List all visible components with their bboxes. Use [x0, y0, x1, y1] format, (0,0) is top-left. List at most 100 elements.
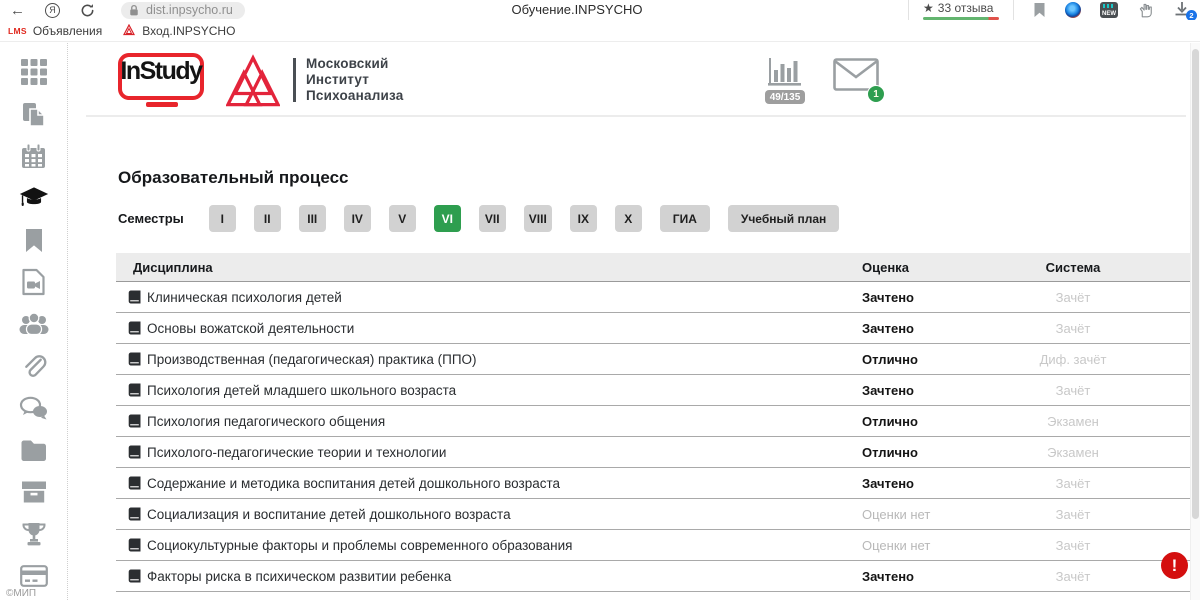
table-row[interactable]: Социализация и воспитание детей дошкольн… [116, 499, 1190, 530]
back-button[interactable]: ← [10, 3, 25, 18]
mail-badge: 1 [867, 85, 885, 103]
bookmark-item-vhod-inpsycho[interactable]: Вход.INPSYCHO [122, 24, 235, 38]
sidebar-item-achievements[interactable] [19, 520, 49, 548]
sidebar-item-files[interactable] [19, 436, 49, 464]
system-value: Зачёт [1006, 383, 1140, 398]
calendar-icon [20, 143, 47, 170]
semester-button[interactable]: VII [479, 205, 506, 232]
semester-button[interactable]: IX [570, 205, 597, 232]
bar-chart-icon [767, 57, 803, 87]
logo-divider [293, 58, 296, 102]
header-divider [86, 115, 1186, 117]
system-value: Зачёт [1006, 569, 1140, 584]
system-value: Зачёт [1006, 507, 1140, 522]
alert-notification-badge[interactable]: ! [1161, 552, 1188, 579]
sidebar-item-video-materials[interactable] [19, 268, 49, 296]
mip-triangle-icon [122, 24, 136, 37]
book-icon [128, 445, 141, 459]
semester-button[interactable]: VI [434, 205, 461, 232]
scrollbar-thumb[interactable] [1192, 49, 1199, 519]
sidebar-item-attachments[interactable] [19, 352, 49, 380]
instudy-logo-stand [146, 102, 178, 107]
system-value: Зачёт [1006, 476, 1140, 491]
semester-button[interactable]: V [389, 205, 416, 232]
grade-value: Оценки нет [846, 538, 1006, 553]
sidebar-item-documents[interactable] [19, 100, 49, 128]
new-badge: NEW [1100, 11, 1118, 17]
sidebar-item-archive[interactable] [19, 478, 49, 506]
semester-button[interactable]: X [615, 205, 642, 232]
bookmark-label: Вход.INPSYCHO [142, 24, 235, 38]
yandex-button[interactable]: Я [45, 3, 60, 18]
grade-value: Зачтено [846, 569, 1006, 584]
semester-button[interactable]: VIII [524, 205, 552, 232]
table-row[interactable]: Факторы риска в психическом развитии реб… [116, 561, 1190, 592]
grade-value: Зачтено [846, 383, 1006, 398]
mip-logo-icon[interactable] [226, 54, 280, 108]
table-row[interactable]: Производственная (педагогическая) практи… [116, 344, 1190, 375]
book-icon [128, 352, 141, 366]
semester-button[interactable]: I [209, 205, 236, 232]
sidebar-item-groups[interactable] [19, 310, 49, 338]
sidebar-item-apps-grid[interactable] [19, 58, 49, 86]
sidebar-item-messages[interactable] [19, 394, 49, 422]
new-extension-icon[interactable]: NEW [1100, 2, 1118, 18]
book-icon [128, 476, 141, 490]
table-row[interactable]: Психология педагогического общения Отлич… [116, 406, 1190, 437]
semester-buttons: IIIIIIIVVVIVIIVIIIIXXГИАУчебный план [209, 205, 839, 232]
table-row[interactable]: Психология детей младшего школьного возр… [116, 375, 1190, 406]
groups-icon [19, 312, 49, 336]
new-extension-dots [1103, 4, 1115, 8]
bookmark-item-announcements[interactable]: LMS Объявления [8, 24, 102, 38]
table-row[interactable]: Содержание и методика воспитания детей д… [116, 468, 1190, 499]
browser-toolbar: ← Я dist.inpsycho.ru Обучение.INPSYCHO ★… [0, 0, 1200, 20]
paperclip-icon [20, 353, 47, 380]
sidebar-item-calendar[interactable] [19, 142, 49, 170]
reviews-widget[interactable]: ★ 33 отзыва [908, 0, 1014, 20]
column-header-system: Система [1006, 260, 1140, 275]
graduation-cap-icon [19, 185, 49, 211]
mail-widget[interactable]: 1 [833, 58, 879, 98]
institute-name: Московский Институт Психоанализа [306, 56, 403, 104]
bookmark-label: Объявления [33, 24, 102, 38]
system-value: Экзамен [1006, 414, 1140, 429]
grade-value: Зачтено [846, 290, 1006, 305]
archive-box-icon [21, 480, 47, 504]
video-document-icon [21, 268, 46, 296]
browser-extension-icon[interactable] [1065, 2, 1081, 18]
refresh-button[interactable] [80, 3, 95, 18]
book-icon [128, 290, 141, 304]
tab-title: Обучение.INPSYCHO [512, 2, 643, 17]
discipline-title: Факторы риска в психическом развитии реб… [147, 569, 451, 584]
book-icon [128, 507, 141, 521]
downloads-button[interactable]: 2 [1174, 1, 1192, 19]
discipline-title: Психология детей младшего школьного возр… [147, 383, 456, 398]
chat-icon [19, 396, 48, 420]
table-row[interactable]: Психолого-педагогические теории и технол… [116, 437, 1190, 468]
discipline-title: Производственная (педагогическая) практи… [147, 352, 477, 367]
table-row[interactable]: Основы вожатской деятельности Зачтено За… [116, 313, 1190, 344]
semester-button[interactable]: III [299, 205, 326, 232]
instudy-logo[interactable]: InStudy [118, 53, 204, 100]
address-bar[interactable]: dist.inpsycho.ru [121, 2, 245, 19]
semester-button[interactable]: Учебный план [728, 205, 839, 232]
sidebar-item-payments[interactable] [19, 562, 49, 590]
discipline-title: Социокультурные факторы и проблемы совре… [147, 538, 572, 553]
progress-widget[interactable]: 49/135 [763, 57, 807, 104]
discipline-title: Психолого-педагогические теории и технол… [147, 445, 446, 460]
table-row[interactable]: Социокультурные факторы и проблемы совре… [116, 530, 1190, 561]
discipline-title: Психология педагогического общения [147, 414, 385, 429]
grade-value: Отлично [846, 445, 1006, 460]
bookmark-flag-icon[interactable] [1033, 2, 1046, 18]
semester-button[interactable]: ГИА [660, 205, 710, 232]
book-icon [128, 414, 141, 428]
sidebar-item-education[interactable] [19, 184, 49, 212]
url-text: dist.inpsycho.ru [146, 3, 233, 17]
sidebar-item-bookmarks[interactable] [19, 226, 49, 254]
collections-icon[interactable] [1137, 1, 1155, 19]
semester-button[interactable]: II [254, 205, 281, 232]
semesters-row: Семестры IIIIIIIVVVIVIIVIIIIXXГИАУчебный… [118, 205, 839, 232]
sidebar [0, 43, 68, 600]
table-row[interactable]: Клиническая психология детей Зачтено Зач… [116, 282, 1190, 313]
semester-button[interactable]: IV [344, 205, 371, 232]
